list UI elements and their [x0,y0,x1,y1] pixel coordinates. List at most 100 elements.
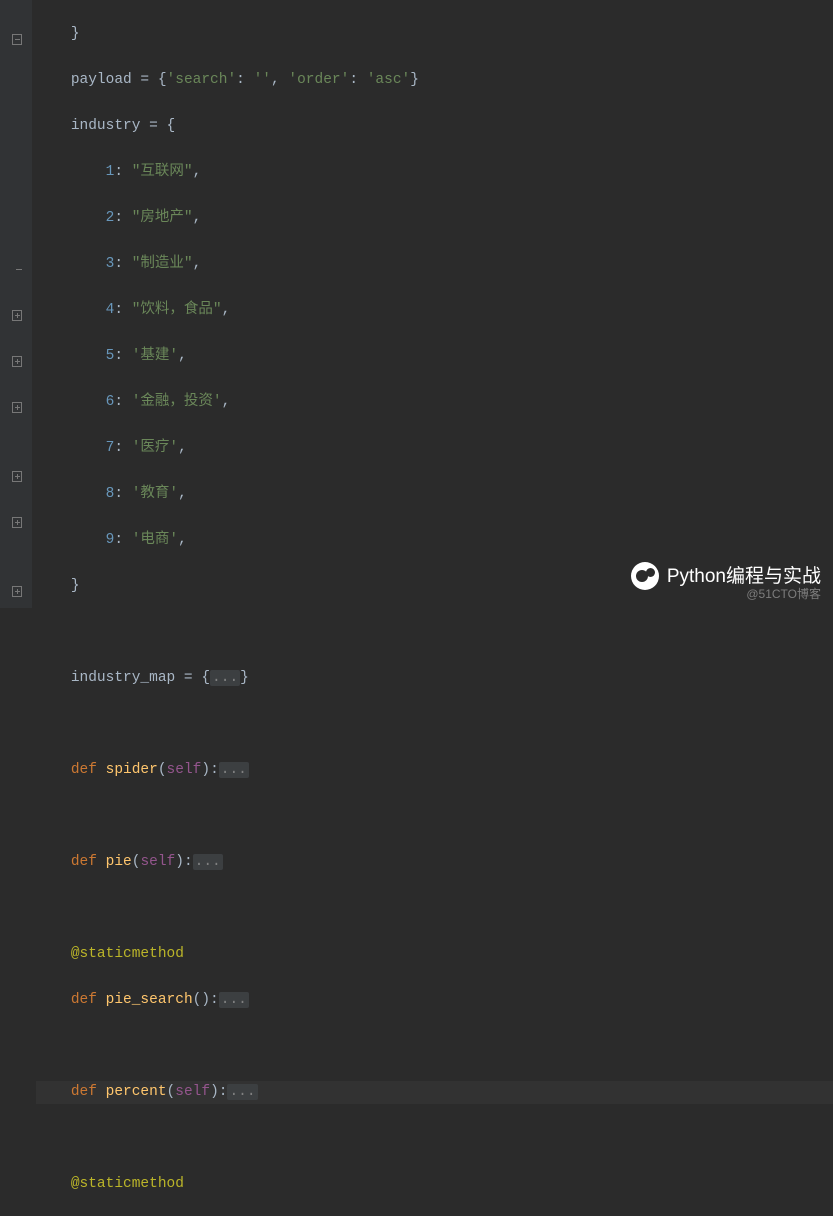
identifier: industry_map [71,670,175,686]
gutter [0,0,32,608]
self-param: self [175,1084,210,1100]
decorator: @staticmethod [71,946,184,962]
code-line: def spider(self):... [36,759,833,782]
string: '' [254,72,271,88]
paren: ( [158,762,167,778]
operator: = [140,118,166,134]
code-line: } [36,575,833,598]
colon: : [114,210,131,226]
brace: } [410,72,419,88]
indent [36,440,106,456]
comma: , [178,348,187,364]
code-area[interactable]: } payload = {'search': '', 'order': 'asc… [32,0,833,608]
fold-collapse-icon[interactable] [12,34,22,44]
indent [36,946,71,962]
colon: : [236,72,253,88]
comma: , [193,164,202,180]
indent [36,1176,71,1192]
indent [36,762,71,778]
colon: : [349,72,366,88]
fold-expand-icon[interactable] [12,586,22,596]
code-editor: } payload = {'search': '', 'order': 'asc… [0,0,833,608]
colon: : [114,302,131,318]
indent [36,348,106,364]
paren: ( [193,992,202,1008]
comma: , [178,532,187,548]
identifier: payload [71,72,132,88]
comma: , [178,486,187,502]
function-name: spider [106,762,158,778]
brace: { [167,118,176,134]
code-line: 5: '基建', [36,345,833,368]
fold-expand-icon[interactable] [12,356,22,366]
code-line: def pie_search():... [36,989,833,1012]
self-param: self [140,854,175,870]
string: "制造业" [132,256,193,272]
indent [36,164,106,180]
colon: : [114,486,131,502]
brace: } [240,670,249,686]
colon: : [114,164,131,180]
keyword: def [71,992,106,1008]
string: '医疗' [132,440,178,456]
code-line: def pie(self):... [36,851,833,874]
code-line: 4: "饮料，食品", [36,299,833,322]
function-name: percent [106,1084,167,1100]
string: 'search' [167,72,237,88]
indent [36,26,71,42]
operator: = [175,670,201,686]
string: '电商' [132,532,178,548]
string: '教育' [132,486,178,502]
fold-expand-icon[interactable] [12,517,22,527]
code-line [36,805,833,828]
comma: , [271,72,288,88]
code-line [36,1035,833,1058]
fold-marker[interactable]: ... [219,762,249,778]
comma: , [178,440,187,456]
brace: } [71,26,80,42]
indent [36,1084,71,1100]
comma: , [222,394,231,410]
colon: : [114,256,131,272]
string: "房地产" [132,210,193,226]
code-line [36,713,833,736]
indent [36,72,71,88]
self-param: self [167,762,202,778]
fold-marker[interactable]: ... [193,854,223,870]
fold-marker[interactable]: ... [227,1084,257,1100]
code-line: @staticmethod [36,943,833,966]
decorator: @staticmethod [71,1176,184,1192]
string: "饮料，食品" [132,302,222,318]
code-line: @staticmethod [36,1173,833,1196]
keyword: def [71,1084,106,1100]
fold-marker[interactable]: ... [219,992,249,1008]
string: 'asc' [367,72,411,88]
colon: : [114,440,131,456]
code-line: industry = { [36,115,833,138]
indent [36,394,106,410]
indent [36,532,106,548]
colon: : [114,532,131,548]
indent [36,210,106,226]
code-line: payload = {'search': '', 'order': 'asc'} [36,69,833,92]
paren: ) [175,854,184,870]
code-line: 6: '金融，投资', [36,391,833,414]
code-line: 1: "互联网", [36,161,833,184]
colon: : [114,348,131,364]
fold-expand-icon[interactable] [12,310,22,320]
paren: ) [210,1084,219,1100]
comma: , [193,256,202,272]
fold-marker[interactable]: ... [210,670,240,686]
code-line: } [36,23,833,46]
code-line [36,897,833,920]
brace: { [158,72,167,88]
paren: ) [201,762,210,778]
indent [36,992,71,1008]
operator: = [132,72,158,88]
fold-expand-icon[interactable] [12,471,22,481]
string: '金融，投资' [132,394,222,410]
code-line-current: def percent(self):... [36,1081,833,1104]
fold-expand-icon[interactable] [12,402,22,412]
code-line: industry_map = {...} [36,667,833,690]
string: "互联网" [132,164,193,180]
